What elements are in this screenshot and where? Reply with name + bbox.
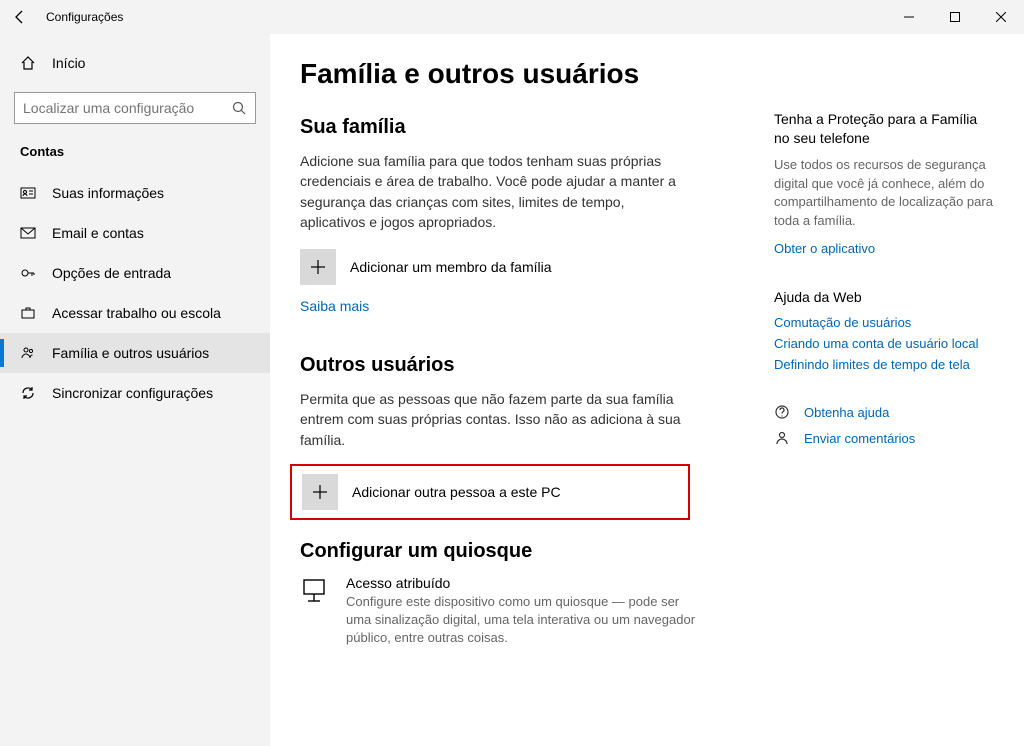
page-title: Família e outros usuários — [300, 58, 744, 90]
briefcase-icon — [20, 305, 38, 321]
content: Família e outros usuários Sua família Ad… — [270, 34, 1024, 746]
person-card-icon — [20, 185, 38, 201]
search-icon — [231, 100, 247, 116]
get-help-link[interactable]: Obtenha ajuda — [804, 405, 889, 420]
kiosk-description: Configure este dispositivo como um quios… — [346, 593, 706, 648]
sidebar-item-label: Opções de entrada — [52, 265, 171, 281]
webhelp-heading: Ajuda da Web — [774, 288, 994, 307]
add-family-member-button[interactable]: Adicionar um membro da família — [300, 246, 744, 288]
window-controls — [886, 0, 1024, 34]
sidebar-item-label: Email e contas — [52, 225, 144, 241]
back-button[interactable] — [0, 0, 40, 34]
add-other-user-button[interactable]: Adicionar outra pessoa a este PC — [290, 464, 690, 520]
kiosk-row[interactable]: Acesso atribuído Configure este disposit… — [300, 575, 744, 648]
kiosk-title: Acesso atribuído — [346, 575, 706, 591]
protection-heading: Tenha a Proteção para a Família no seu t… — [774, 110, 994, 148]
sidebar-item-signin-options[interactable]: Opções de entrada — [0, 253, 270, 293]
main-panel: Família e outros usuários Sua família Ad… — [300, 58, 744, 746]
window-title: Configurações — [46, 10, 123, 24]
sidebar-item-family[interactable]: Família e outros usuários — [0, 333, 270, 373]
plus-icon — [302, 474, 338, 510]
search-box[interactable] — [14, 92, 256, 124]
home-label: Início — [52, 55, 85, 71]
sidebar-item-sync[interactable]: Sincronizar configurações — [0, 373, 270, 413]
key-icon — [20, 265, 38, 281]
sidebar-item-email[interactable]: Email e contas — [0, 213, 270, 253]
learn-more-link[interactable]: Saiba mais — [300, 298, 369, 314]
sidebar-item-label: Suas informações — [52, 185, 164, 201]
maximize-button[interactable] — [932, 0, 978, 34]
add-family-label: Adicionar um membro da família — [350, 259, 552, 275]
feedback-link[interactable]: Enviar comentários — [804, 431, 915, 446]
others-description: Permita que as pessoas que não fazem par… — [300, 389, 690, 450]
sidebar-item-work-school[interactable]: Acessar trabalho ou escola — [0, 293, 270, 333]
family-description: Adicione sua família para que todos tenh… — [300, 151, 690, 232]
sidebar-item-label: Família e outros usuários — [52, 345, 209, 361]
webhelp-link-1[interactable]: Criando uma conta de usuário local — [774, 336, 994, 351]
sidebar: Início Contas Suas informações Email e c… — [0, 34, 270, 746]
kiosk-icon — [300, 575, 332, 648]
sidebar-item-label: Sincronizar configurações — [52, 385, 213, 401]
webhelp-link-2[interactable]: Definindo limites de tempo de tela — [774, 357, 994, 372]
add-other-label: Adicionar outra pessoa a este PC — [352, 484, 561, 500]
sync-icon — [20, 385, 38, 401]
feedback-icon — [774, 430, 792, 446]
titlebar: Configurações — [0, 0, 1024, 34]
kiosk-heading: Configurar um quiosque — [300, 540, 744, 563]
people-icon — [20, 345, 38, 361]
home-icon — [20, 55, 38, 71]
webhelp-link-0[interactable]: Comutação de usuários — [774, 315, 994, 330]
protection-description: Use todos os recursos de segurança digit… — [774, 156, 994, 231]
plus-icon — [300, 249, 336, 285]
sidebar-item-label: Acessar trabalho ou escola — [52, 305, 221, 321]
close-button[interactable] — [978, 0, 1024, 34]
minimize-button[interactable] — [886, 0, 932, 34]
others-heading: Outros usuários — [300, 354, 744, 377]
search-input[interactable] — [23, 100, 231, 116]
sidebar-item-your-info[interactable]: Suas informações — [0, 173, 270, 213]
get-help-row[interactable]: Obtenha ajuda — [774, 404, 994, 420]
get-app-link[interactable]: Obter o aplicativo — [774, 241, 994, 256]
email-icon — [20, 225, 38, 241]
home-nav[interactable]: Início — [0, 44, 270, 82]
family-heading: Sua família — [300, 116, 744, 139]
right-panel: Tenha a Proteção para a Família no seu t… — [774, 58, 994, 746]
feedback-row[interactable]: Enviar comentários — [774, 430, 994, 446]
help-icon — [774, 404, 792, 420]
group-header: Contas — [0, 138, 270, 173]
